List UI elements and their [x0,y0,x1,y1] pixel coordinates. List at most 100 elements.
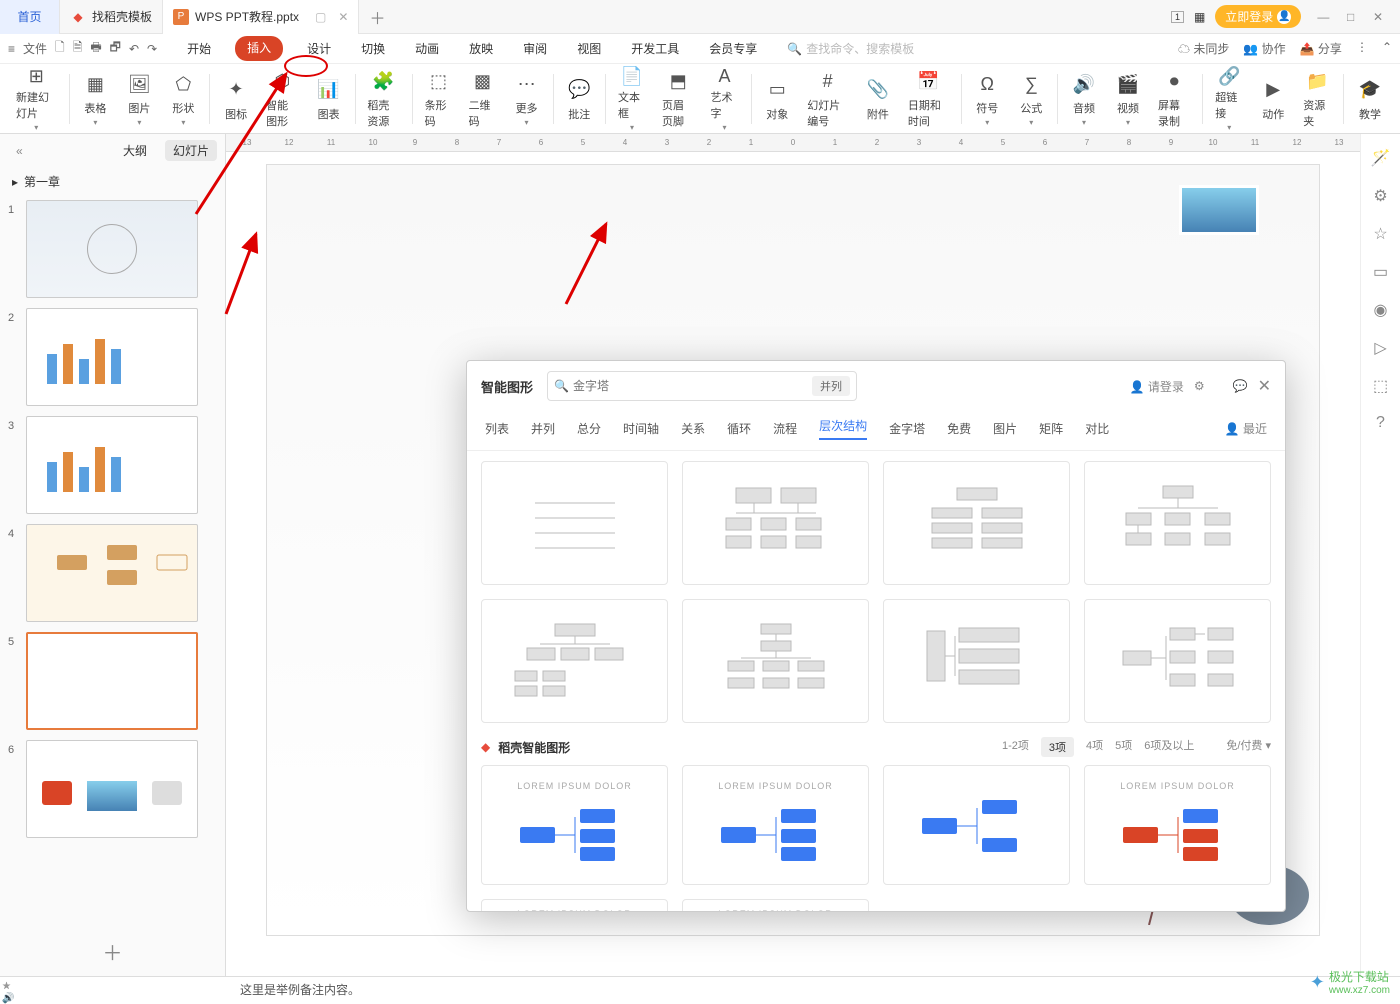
category-流程[interactable]: 流程 [773,420,797,437]
minimize-icon[interactable]: — [1311,10,1335,24]
ribbon-tab-8[interactable]: 开发工具 [625,36,685,61]
settings-icon[interactable]: ⚙ [1373,186,1387,206]
template-basic-5[interactable] [682,599,869,723]
cube-icon[interactable]: ⬚ [1373,376,1388,396]
preview-icon[interactable]: 🗗 [110,38,121,59]
collapse-ribbon-icon[interactable]: ⌃ [1382,40,1392,57]
ribbon-新建幻灯片[interactable]: ⊞新建幻灯片▾ [8,69,65,129]
category-矩阵[interactable]: 矩阵 [1039,420,1063,437]
category-循环[interactable]: 循环 [727,420,751,437]
dialog-search[interactable]: 🔍 并列 [547,371,857,401]
login-button[interactable]: 立即登录 👤 [1215,5,1301,28]
ribbon-教学[interactable]: 🎓教学 [1348,69,1392,129]
more-menu-icon[interactable]: ⋮ [1356,40,1368,57]
ribbon-更多[interactable]: ⋯更多▾ [505,69,549,129]
ribbon-tab-9[interactable]: 会员专享 [703,36,763,61]
ribbon-音频[interactable]: 🔊音频▾ [1062,69,1106,129]
template-docer-more-1[interactable]: LOREM IPSUM DOLOR [682,899,869,911]
tab-home[interactable]: 首页 [0,0,60,34]
ribbon-屏幕录制[interactable]: ⏺屏幕录制 [1150,69,1199,129]
redo-icon[interactable]: ↷ [147,42,157,56]
slide-thumb-4[interactable] [26,524,198,622]
ribbon-日期和时间[interactable]: 📅日期和时间 [900,69,957,129]
tab-docer[interactable]: ◆ 找稻壳模板 [60,0,163,34]
ribbon-稻壳资源[interactable]: 🧩稻壳资源 [359,69,408,129]
filter-5项[interactable]: 5项 [1115,737,1132,757]
print-icon[interactable]: 🖶 [90,38,101,59]
slides-tab[interactable]: 幻灯片 [165,140,217,161]
ribbon-tab-3[interactable]: 切换 [355,36,391,61]
ribbon-tab-4[interactable]: 动画 [409,36,445,61]
template-docer-2[interactable] [883,765,1070,885]
slide-canvas[interactable]: 13121110987654321012345678910111213 智能图形… [226,134,1360,976]
maximize-icon[interactable]: □ [1339,10,1363,24]
template-docer-0[interactable]: LOREM IPSUM DOLOR [481,765,668,885]
dialog-close-icon[interactable]: ✕ [1258,376,1271,396]
coop-button[interactable]: 👥 协作 [1243,40,1285,57]
template-docer-1[interactable]: LOREM IPSUM DOLOR [682,765,869,885]
magic-icon[interactable]: 🪄 [1371,148,1391,168]
ribbon-公式[interactable]: ∑公式▾ [1009,69,1053,129]
template-basic-3[interactable] [1084,461,1271,585]
filter-6项及以上[interactable]: 6项及以上 [1144,737,1194,757]
ribbon-批注[interactable]: 💬批注 [557,69,601,129]
template-basic-0[interactable] [481,461,668,585]
category-图片[interactable]: 图片 [993,420,1017,437]
chapter-header[interactable]: ▸ 第一章 [0,167,225,196]
ribbon-图表[interactable]: 📊图表 [307,69,351,129]
template-docer-more-0[interactable]: LOREM IPSUM DOLOR [481,899,668,911]
recent-button[interactable]: 👤 最近 [1225,420,1267,437]
grid-apps-icon[interactable]: ▦ [1194,10,1205,24]
template-docer-3[interactable]: LOREM IPSUM DOLOR [1084,765,1271,885]
pay-filter[interactable]: 免/付费 ▾ [1226,737,1271,757]
ribbon-资源夹[interactable]: 📁资源夹 [1295,69,1339,129]
ribbon-表格[interactable]: ▦表格▾ [73,69,117,129]
present-icon[interactable]: ▷ [1374,338,1386,358]
template-basic-6[interactable] [883,599,1070,723]
ribbon-tab-1[interactable]: 插入 [235,36,283,61]
category-金字塔[interactable]: 金字塔 [889,420,925,437]
template-basic-1[interactable] [682,461,869,585]
ribbon-对象[interactable]: ▭对象 [755,69,799,129]
collapse-panel-icon[interactable]: « [8,142,31,160]
category-关系[interactable]: 关系 [681,420,705,437]
undo-icon[interactable]: ↶ [129,42,139,56]
dialog-settings-icon[interactable]: ⚙ [1194,379,1205,393]
file-menu[interactable]: 文件 [23,40,47,57]
category-时间轴[interactable]: 时间轴 [623,420,659,437]
ribbon-文本框[interactable]: 📄文本框▾ [610,69,654,129]
add-slide-button[interactable]: ＋ [0,927,225,976]
ribbon-幻灯片编号[interactable]: #幻灯片编号 [799,69,856,129]
save-icon[interactable]: 🗋 [55,38,65,59]
search-mode[interactable]: 并列 [812,376,850,396]
menu-icon[interactable]: ≡ [8,42,15,56]
close-tab-icon[interactable]: ✕ [338,10,348,24]
dialog-login[interactable]: 👤 请登录 [1130,378,1184,395]
template-basic-7[interactable] [1084,599,1271,723]
tab-overflow-icon[interactable]: ▢ [315,10,326,24]
slide-thumb-5[interactable] [26,632,198,730]
help-icon[interactable]: ? [1376,414,1385,432]
command-search[interactable]: 🔍 查找命令、搜索模板 [787,40,914,57]
category-免费[interactable]: 免费 [947,420,971,437]
ribbon-智能图形[interactable]: ⬡智能图形 [258,69,307,129]
category-列表[interactable]: 列表 [485,420,509,437]
category-对比[interactable]: 对比 [1085,420,1109,437]
ribbon-页眉页脚[interactable]: ⬒页眉页脚 [654,69,703,129]
filter-3项[interactable]: 3项 [1041,737,1074,757]
ribbon-动作[interactable]: ▶动作 [1251,69,1295,129]
close-icon[interactable]: ✕ [1366,10,1390,24]
ribbon-超链接[interactable]: 🔗超链接▾ [1207,69,1251,129]
filter-4项[interactable]: 4项 [1086,737,1103,757]
ribbon-tab-5[interactable]: 放映 [463,36,499,61]
ribbon-tab-7[interactable]: 视图 [571,36,607,61]
ribbon-条形码[interactable]: ⬚条形码 [417,69,461,129]
star-icon[interactable]: ☆ [1373,224,1387,244]
template-icon[interactable]: ▭ [1373,262,1388,282]
category-总分[interactable]: 总分 [577,420,601,437]
category-层次结构[interactable]: 层次结构 [819,417,867,440]
assets-icon[interactable]: ◉ [1374,300,1388,320]
tab-document[interactable]: P WPS PPT教程.pptx ▢ ✕ [163,0,359,34]
outline-tab[interactable]: 大纲 [115,140,155,161]
filter-1-2项[interactable]: 1-2项 [1002,737,1029,757]
